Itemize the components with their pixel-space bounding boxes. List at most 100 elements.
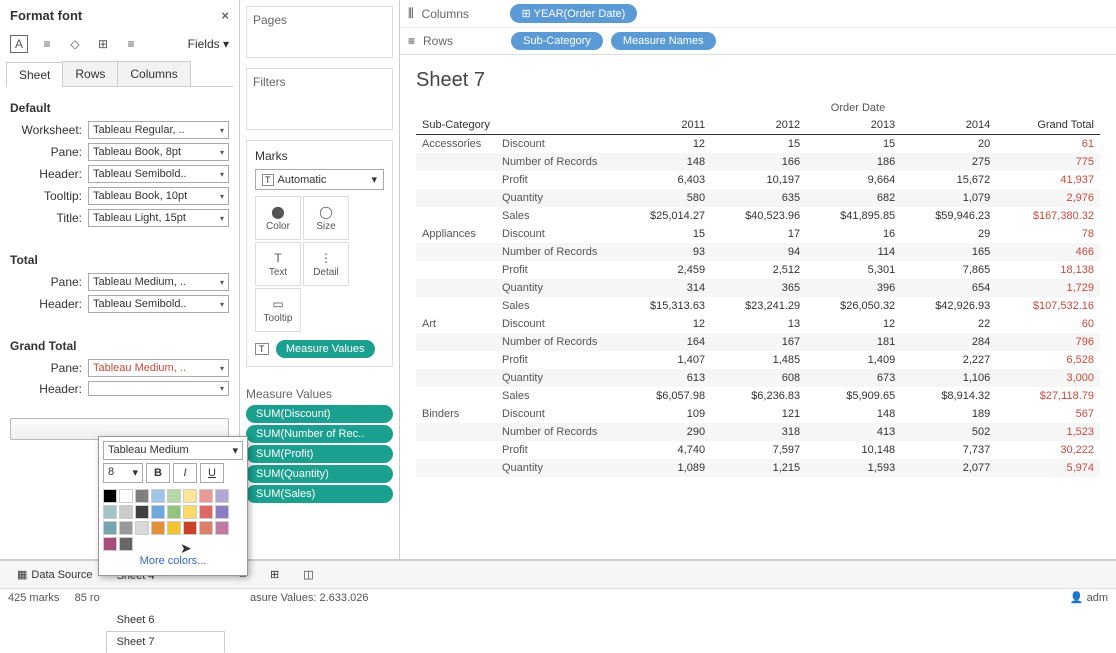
color-swatch[interactable]: [135, 489, 149, 503]
sheet-title: Sheet 7: [416, 69, 1100, 92]
color-swatch[interactable]: [103, 505, 117, 519]
color-swatch[interactable]: [167, 489, 181, 503]
underline-button[interactable]: U: [200, 463, 224, 483]
rows-icon: ≡: [408, 34, 415, 48]
mark-size-button[interactable]: ◯Size: [303, 196, 349, 240]
font-dropdown[interactable]: Tableau Book, 10pt▾: [88, 187, 229, 205]
value-cell: 164: [616, 333, 711, 351]
color-swatch[interactable]: [119, 505, 133, 519]
color-swatch[interactable]: [103, 521, 117, 535]
value-cell: 1,409: [806, 351, 901, 369]
measure-pill[interactable]: SUM(Sales): [246, 485, 393, 503]
more-colors-link[interactable]: More colors...: [103, 551, 243, 571]
grand-total-cell: 61: [996, 135, 1100, 154]
measure-cell: Sales: [496, 387, 616, 405]
marks-type-dropdown[interactable]: TAutomatic ▾: [255, 169, 384, 190]
sheet-tab[interactable]: Sheet 7: [106, 631, 226, 653]
font-dropdown[interactable]: Tableau Regular, ..▾: [88, 121, 229, 139]
italic-button[interactable]: I: [173, 463, 197, 483]
filters-shelf[interactable]: Filters: [246, 68, 393, 130]
lines-icon[interactable]: ≡: [122, 35, 140, 53]
color-swatch[interactable]: [215, 505, 229, 519]
font-icon[interactable]: A: [10, 35, 28, 53]
value-cell: $25,014.27: [616, 207, 711, 225]
measure-pill[interactable]: SUM(Quantity): [246, 465, 393, 483]
color-swatch[interactable]: [119, 489, 133, 503]
shading-icon[interactable]: ◇: [66, 35, 84, 53]
grand-total-cell: 1,523: [996, 423, 1100, 441]
format-tab-columns[interactable]: Columns: [117, 61, 190, 86]
font-dropdown[interactable]: ▾: [88, 381, 229, 396]
subcategory-cell: [416, 297, 496, 315]
value-cell: 413: [806, 423, 901, 441]
font-picker-popup: Tableau Medium▾ 8▾ B I U More colors...: [98, 436, 248, 576]
measure-cell: Profit: [496, 171, 616, 189]
grand-total-cell: 775: [996, 153, 1100, 171]
color-swatch[interactable]: [119, 537, 133, 551]
color-swatch[interactable]: [167, 521, 181, 535]
new-dashboard-icon[interactable]: ⊞: [259, 563, 290, 586]
font-dropdown[interactable]: Tableau Light, 15pt▾: [88, 209, 229, 227]
bold-button[interactable]: B: [146, 463, 170, 483]
font-family-dropdown[interactable]: Tableau Medium▾: [103, 441, 243, 460]
measure-pill[interactable]: SUM(Number of Rec..: [246, 425, 393, 443]
close-icon[interactable]: ×: [221, 8, 229, 23]
value-cell: 1,485: [711, 351, 806, 369]
measure-cell: Profit: [496, 441, 616, 459]
value-cell: 15: [616, 225, 711, 243]
mark-tooltip-button[interactable]: ▭Tooltip: [255, 288, 301, 332]
color-swatch[interactable]: [183, 489, 197, 503]
font-dropdown[interactable]: Tableau Medium, ..▾: [88, 273, 229, 291]
mark-color-button[interactable]: ⬤Color: [255, 196, 301, 240]
color-swatch[interactable]: [151, 521, 165, 535]
mark-text-button[interactable]: TText: [255, 242, 301, 286]
font-dropdown[interactable]: Tableau Book, 8pt▾: [88, 143, 229, 161]
color-swatch[interactable]: [183, 505, 197, 519]
value-cell: 109: [616, 405, 711, 423]
rows-pill-subcategory[interactable]: Sub-Category: [511, 32, 603, 50]
font-dropdown[interactable]: Tableau Semibold..▾: [88, 165, 229, 183]
value-cell: 613: [616, 369, 711, 387]
color-swatch[interactable]: [103, 537, 117, 551]
measure-values-pill[interactable]: Measure Values: [276, 340, 375, 358]
color-swatch[interactable]: [103, 489, 117, 503]
color-swatch[interactable]: [199, 489, 213, 503]
fields-dropdown[interactable]: Fields ▾: [188, 37, 229, 51]
color-swatch[interactable]: [215, 489, 229, 503]
value-cell: 7,597: [711, 441, 806, 459]
text-icon: T: [255, 343, 269, 355]
pages-shelf[interactable]: Pages: [246, 6, 393, 58]
color-swatch[interactable]: [151, 505, 165, 519]
column-header: Sub-Category: [416, 116, 496, 135]
color-swatch[interactable]: [119, 521, 133, 535]
color-swatch[interactable]: [199, 505, 213, 519]
new-story-icon[interactable]: ◫: [292, 563, 324, 586]
borders-icon[interactable]: ⊞: [94, 35, 112, 53]
color-swatch[interactable]: [151, 489, 165, 503]
measure-values-title: Measure Values: [246, 387, 393, 401]
measure-pill[interactable]: SUM(Profit): [246, 445, 393, 463]
color-swatch[interactable]: [135, 505, 149, 519]
data-source-tab[interactable]: ▦ Data Source: [6, 563, 104, 586]
shelves-column: Pages Filters Marks TAutomatic ▾ ⬤Color◯…: [240, 0, 400, 559]
format-tab-rows[interactable]: Rows: [62, 61, 118, 86]
font-dropdown[interactable]: Tableau Medium, ..▾: [88, 359, 229, 377]
mark-detail-button[interactable]: ⋮Detail: [303, 242, 349, 286]
value-cell: 15,672: [901, 171, 996, 189]
color-swatch[interactable]: [183, 521, 197, 535]
color-swatch[interactable]: [215, 521, 229, 535]
font-dropdown[interactable]: Tableau Semibold..▾: [88, 295, 229, 313]
subcategory-cell: Appliances: [416, 225, 496, 243]
color-swatch[interactable]: [167, 505, 181, 519]
rows-pill-measurenames[interactable]: Measure Names: [611, 32, 716, 50]
color-swatch[interactable]: [135, 521, 149, 535]
color-swatch[interactable]: [199, 521, 213, 535]
format-tab-sheet[interactable]: Sheet: [6, 62, 63, 87]
measure-pill[interactable]: SUM(Discount): [246, 405, 393, 423]
sheet-tab[interactable]: Sheet 6: [106, 609, 226, 631]
alignment-icon[interactable]: ≡: [38, 35, 56, 53]
font-size-dropdown[interactable]: 8▾: [103, 463, 143, 483]
measure-cell: Number of Records: [496, 333, 616, 351]
value-cell: 673: [806, 369, 901, 387]
columns-pill[interactable]: ⊞ YEAR(Order Date): [510, 4, 638, 23]
